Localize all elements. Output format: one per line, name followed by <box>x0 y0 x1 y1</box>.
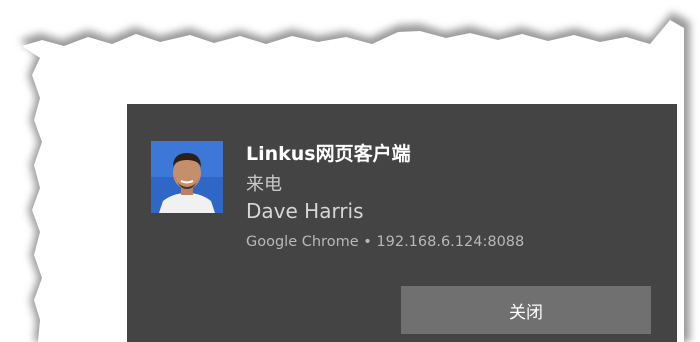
screenshot-canvas: Linkus网页客户端 来电 Dave Harris Google Chrome… <box>0 0 700 342</box>
dismiss-button[interactable]: 关闭 <box>401 286 651 334</box>
notification-toast[interactable]: Linkus网页客户端 来电 Dave Harris Google Chrome… <box>127 104 677 342</box>
caller-avatar <box>151 141 223 213</box>
app-name: Linkus网页客户端 <box>246 143 411 165</box>
caller-name: Dave Harris <box>246 199 364 223</box>
source-attribution: Google Chrome • 192.168.6.124:8088 <box>246 234 525 250</box>
caller-photo <box>151 141 223 213</box>
call-status: 来电 <box>246 174 282 195</box>
